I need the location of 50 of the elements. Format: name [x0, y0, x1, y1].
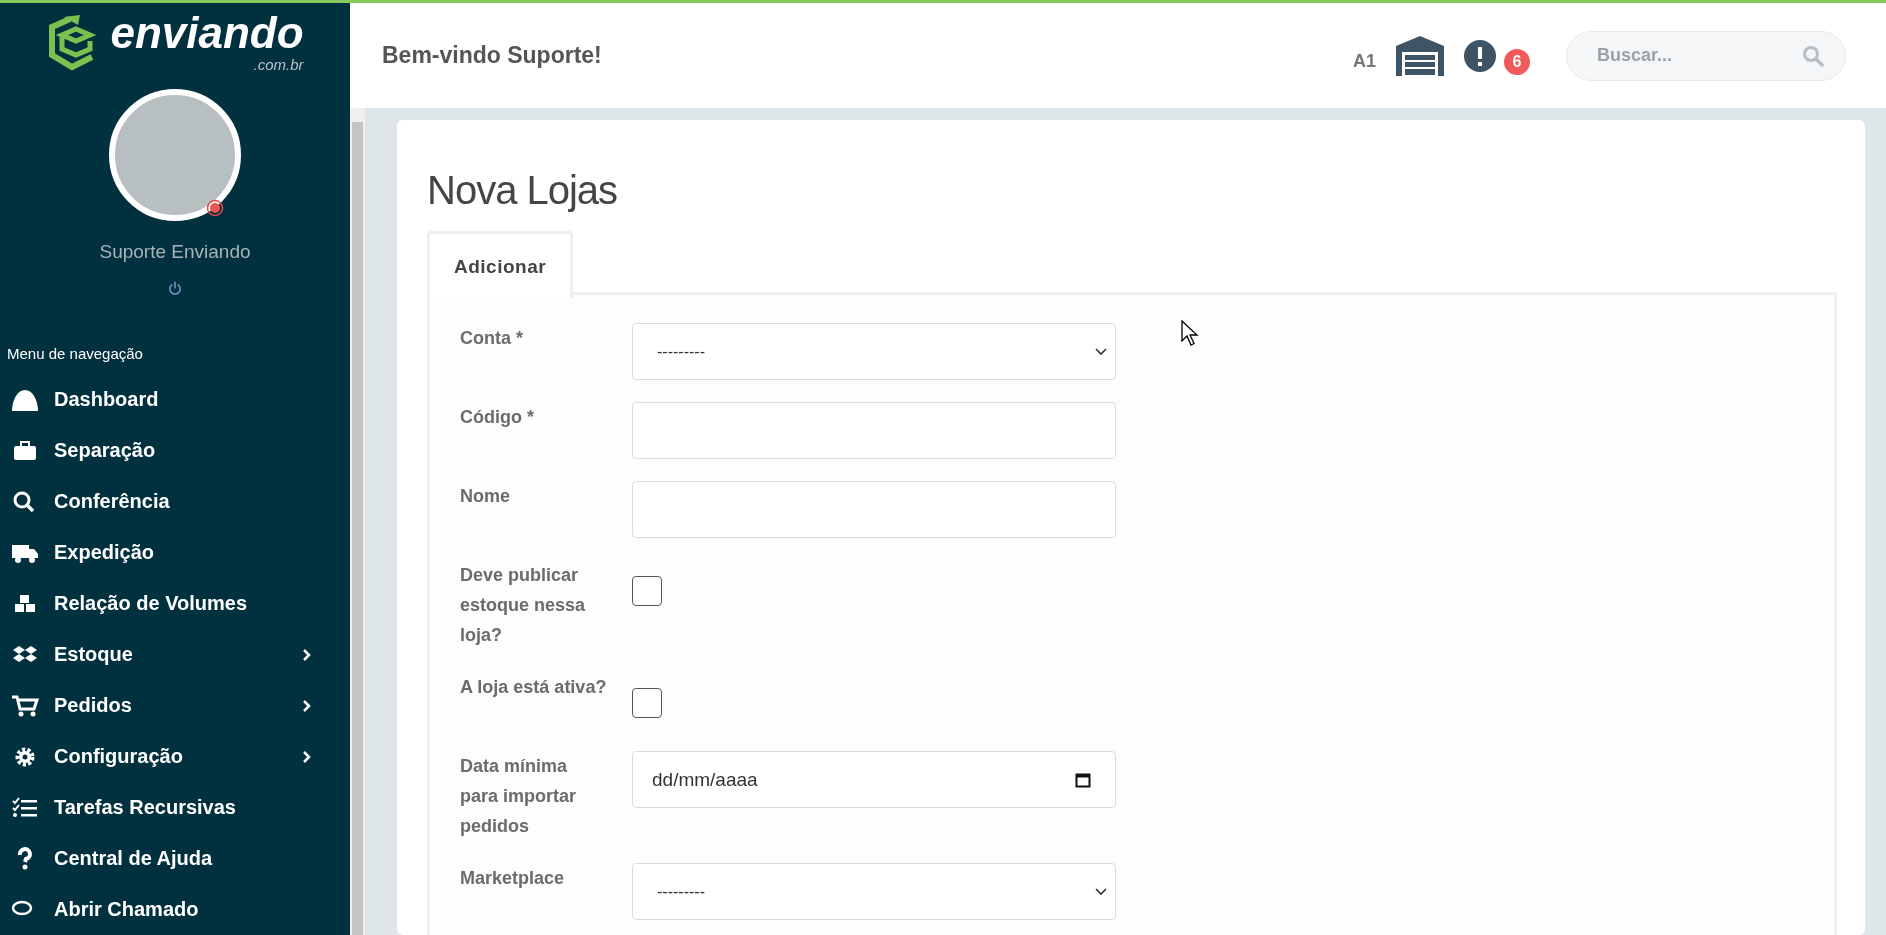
menu-item[interactable]: Pedidos	[0, 680, 350, 731]
menu-item[interactable]: Relação de Volumes	[0, 578, 350, 629]
select-field[interactable]: ---------	[632, 863, 1116, 920]
menu-heading: Menu de navegação	[7, 345, 143, 362]
search-field[interactable]: Buscar...	[1566, 30, 1846, 81]
welcome-message: Bem-vindo Suporte!	[382, 42, 602, 69]
field-label: Código *	[460, 406, 535, 429]
checkbox[interactable]	[632, 688, 662, 718]
menu-item[interactable]: Dashboard	[0, 374, 350, 425]
scrollbar[interactable]	[350, 108, 365, 935]
user-name: Suporte Enviando	[99, 240, 251, 263]
menu-item[interactable]: Central de Ajuda	[0, 833, 350, 884]
cart-icon	[11, 693, 39, 718]
menu-item[interactable]: Estoque	[0, 629, 350, 680]
checklist-icon	[11, 795, 39, 820]
select-field[interactable]: ---------	[632, 323, 1116, 380]
chevron-icon	[302, 698, 312, 713]
input-field[interactable]	[632, 481, 1116, 538]
caret-icon	[1095, 347, 1107, 356]
menu-item[interactable]: Configuração	[0, 731, 350, 782]
notification-count: 6	[1504, 48, 1530, 75]
warehouse-code: A1	[1353, 51, 1376, 72]
field-label: Conta *	[460, 327, 524, 350]
status-dot-icon	[206, 198, 224, 217]
mouse-pointer-icon	[1181, 320, 1199, 346]
field-label: Marketplace	[460, 867, 566, 890]
field-label: A loja está ativa?	[460, 676, 608, 699]
menu-item[interactable]: Expedição	[0, 527, 350, 578]
menu-item[interactable]: Separação	[0, 425, 350, 476]
date-field[interactable]: dd/mm/aaaa	[632, 751, 1116, 808]
page-title: Nova Lojas	[427, 167, 619, 214]
tab[interactable]: Adicionar	[427, 231, 574, 298]
field-label: Data mínima para importar pedidos	[460, 755, 578, 838]
field-label: Nome	[460, 485, 511, 508]
warehouse-icon[interactable]	[1396, 35, 1444, 76]
chevron-icon	[302, 647, 312, 662]
alert-icon[interactable]	[1464, 39, 1496, 72]
briefcase-icon	[11, 438, 39, 463]
caret-icon	[1095, 887, 1107, 896]
field-label: Deve publicar estoque nessa loja?	[460, 564, 587, 647]
logo-domain: .com.br	[253, 57, 304, 73]
menu-item[interactable]: Tarefas Recursivas	[0, 782, 350, 833]
logo-wordmark: enviando	[110, 11, 304, 56]
menu-item[interactable]: Abrir Chamado	[0, 884, 350, 935]
menu-item[interactable]: Conferência	[0, 476, 350, 527]
search-icon	[1802, 44, 1824, 67]
input-field[interactable]	[632, 402, 1116, 459]
checkbox[interactable]	[632, 576, 662, 606]
calendar-icon	[1075, 771, 1091, 788]
chevron-icon	[302, 749, 312, 764]
